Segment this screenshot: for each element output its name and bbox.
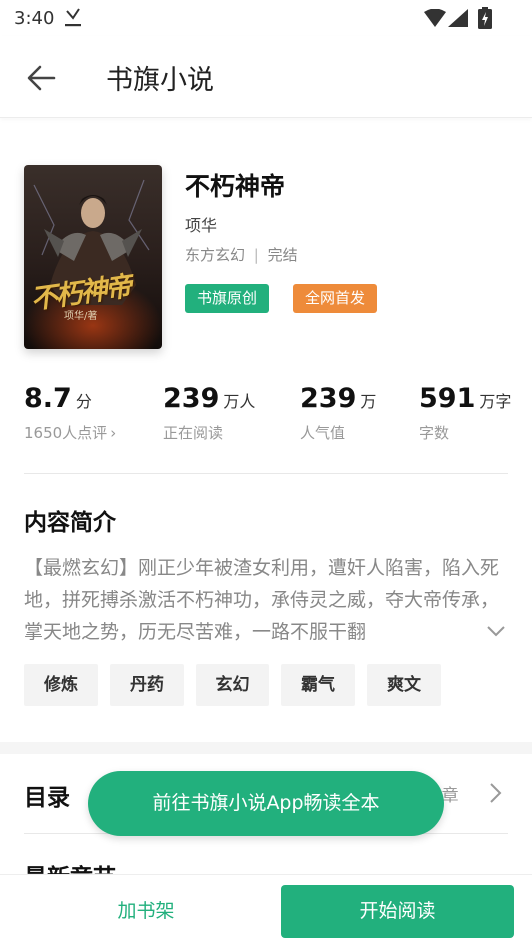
stat-readers: 239 万人 正在阅读 — [163, 383, 255, 443]
tag-item[interactable]: 修炼 — [24, 664, 98, 706]
tag-item[interactable]: 霸气 — [281, 664, 355, 706]
readers-value: 239 — [163, 383, 220, 414]
word-count-unit: 万字 — [479, 392, 512, 411]
start-reading-button[interactable]: 开始阅读 — [281, 885, 514, 938]
synopsis-title: 内容简介 — [24, 510, 116, 536]
book-genre: 东方玄幻 — [185, 246, 246, 264]
badge-original: 书旗原创 — [185, 284, 270, 313]
download-done-icon — [65, 8, 81, 27]
signal-icon — [448, 9, 468, 27]
readers-label: 正在阅读 — [163, 424, 224, 442]
section-gap — [0, 742, 532, 754]
popularity-label: 人气值 — [300, 424, 346, 442]
rating-label: 1650人点评 › — [24, 422, 116, 443]
battery-charging-icon — [478, 7, 492, 29]
open-app-button[interactable]: 前往书旗小说App畅读全本 — [88, 771, 444, 836]
popularity-value: 239 — [300, 383, 357, 414]
word-count-label: 字数 — [419, 424, 450, 442]
arrow-left-icon[interactable] — [26, 64, 56, 92]
badge-first-release: 全网首发 — [293, 284, 378, 313]
tag-item[interactable]: 玄幻 — [196, 664, 269, 706]
tag-item[interactable]: 爽文 — [367, 664, 441, 706]
wifi-icon — [424, 9, 446, 27]
stat-rating[interactable]: 8.7 分 1650人点评 › — [24, 383, 116, 443]
book-author[interactable]: 项华 — [185, 212, 217, 236]
divider — [24, 473, 508, 474]
rating-unit: 分 — [75, 392, 92, 411]
stat-word-count: 591 万字 字数 — [419, 383, 511, 443]
rating-value: 8.7 — [24, 383, 72, 414]
meta-separator: | — [253, 246, 259, 264]
chevron-down-icon[interactable] — [486, 624, 506, 638]
cover-author-text: 项华/著 — [64, 311, 98, 322]
status-bar: 3:40 — [0, 0, 532, 36]
status-time: 3:40 — [14, 8, 55, 29]
word-count-value: 591 — [419, 383, 476, 414]
book-cover[interactable]: 不朽神帝 项华/著 — [24, 165, 162, 349]
catalog-title: 目录 — [24, 785, 70, 811]
chevron-right-icon: › — [110, 424, 117, 442]
book-title: 不朽神帝 — [185, 172, 286, 201]
rating-count-text: 1650人点评 — [24, 424, 108, 442]
book-status: 完结 — [267, 246, 298, 264]
book-meta: 东方玄幻 | 完结 — [185, 244, 298, 265]
app-header: 书旗小说 — [0, 36, 532, 118]
tag-item[interactable]: 丹药 — [110, 664, 184, 706]
stat-popularity: 239 万 人气值 — [300, 383, 376, 443]
popularity-unit: 万 — [360, 392, 377, 411]
bottom-action-bar: 加书架 开始阅读 — [0, 874, 532, 946]
page-title: 书旗小说 — [106, 65, 214, 96]
chevron-right-icon — [490, 783, 502, 803]
readers-unit: 万人 — [223, 392, 256, 411]
add-to-bookshelf-button[interactable]: 加书架 — [26, 885, 266, 937]
